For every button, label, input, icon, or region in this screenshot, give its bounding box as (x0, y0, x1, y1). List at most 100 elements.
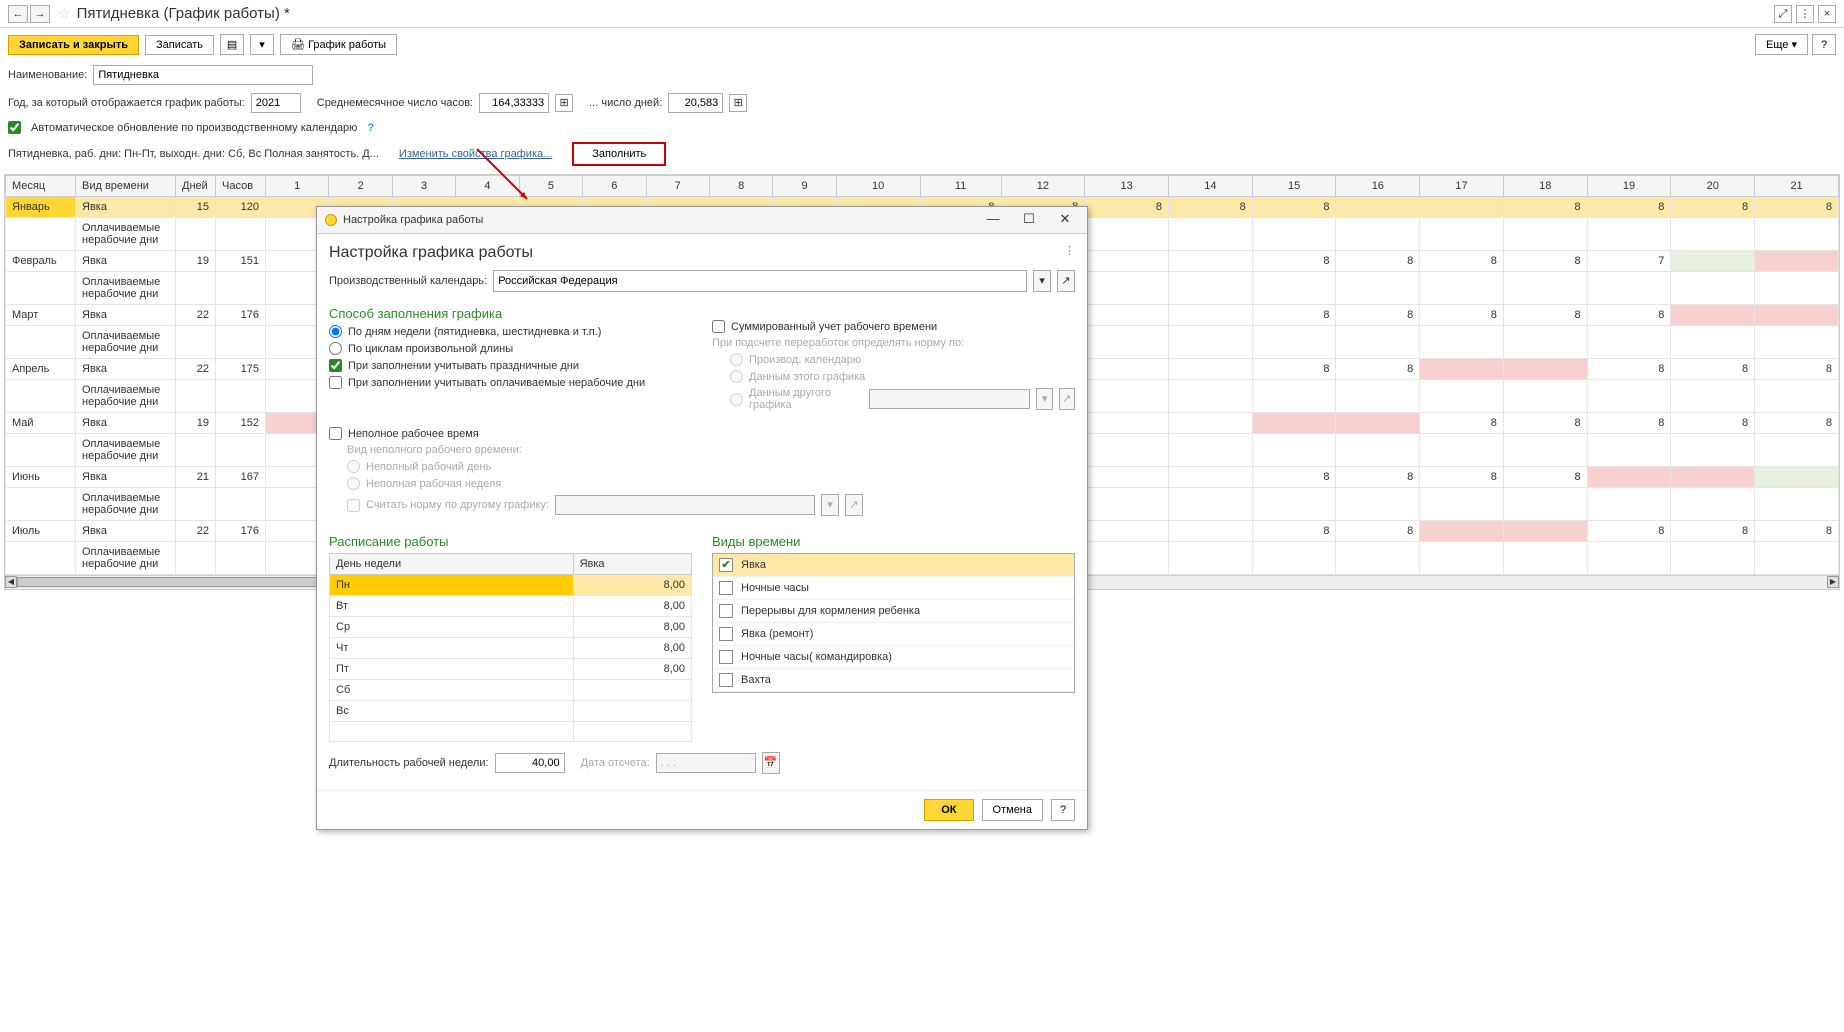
table-cell[interactable]: 8 (1755, 359, 1839, 380)
table-cell[interactable]: 8 (1252, 521, 1336, 542)
sched-day-cell[interactable]: Пт (330, 659, 574, 680)
table-cell[interactable]: 176 (216, 521, 266, 542)
table-cell[interactable] (6, 488, 76, 521)
table-cell[interactable] (1085, 359, 1169, 380)
table-cell[interactable] (1503, 434, 1587, 467)
table-cell[interactable] (1671, 305, 1755, 326)
time-type-checkbox[interactable]: ✔ (719, 558, 733, 572)
time-type-row[interactable]: Перерывы для кормления ребенка (713, 600, 1074, 623)
table-cell[interactable]: 120 (216, 197, 266, 218)
time-type-row[interactable]: Явка (ремонт) (713, 623, 1074, 646)
folder-dropdown-button[interactable]: ▾ (250, 34, 274, 55)
table-cell[interactable] (1168, 251, 1252, 272)
table-cell[interactable] (1420, 218, 1504, 251)
table-cell[interactable] (1503, 272, 1587, 305)
table-cell[interactable]: 22 (176, 521, 216, 542)
table-cell[interactable] (1252, 413, 1336, 434)
table-cell[interactable] (1420, 521, 1504, 542)
more-button[interactable]: Еще ▾ (1755, 34, 1808, 55)
table-cell[interactable]: 8 (1587, 359, 1671, 380)
table-cell[interactable] (1671, 218, 1755, 251)
table-header[interactable]: 3 (392, 176, 455, 197)
table-cell[interactable]: Оплачиваемые нерабочие дни (76, 272, 176, 305)
table-header[interactable]: 6 (583, 176, 646, 197)
table-cell[interactable] (1755, 326, 1839, 359)
radio-cycle[interactable] (329, 342, 342, 355)
table-cell[interactable] (1755, 305, 1839, 326)
table-cell[interactable]: 8 (1252, 305, 1336, 326)
table-cell[interactable] (1420, 326, 1504, 359)
table-cell[interactable] (1085, 488, 1169, 521)
table-cell[interactable] (1671, 467, 1755, 488)
table-cell[interactable]: 8 (1755, 413, 1839, 434)
table-cell[interactable]: Оплачиваемые нерабочие дни (76, 218, 176, 251)
change-properties-link[interactable]: Изменить свойства графика... (399, 148, 552, 160)
table-cell[interactable] (1085, 380, 1169, 413)
table-cell[interactable] (1420, 542, 1504, 575)
table-header[interactable]: Вид времени (76, 176, 176, 197)
table-cell[interactable] (6, 434, 76, 467)
table-cell[interactable] (1252, 272, 1336, 305)
table-cell[interactable]: 8 (1503, 305, 1587, 326)
check-paid[interactable] (329, 376, 342, 389)
table-cell[interactable]: Явка (76, 359, 176, 380)
time-type-checkbox[interactable] (719, 581, 733, 595)
table-cell[interactable] (1503, 326, 1587, 359)
table-cell[interactable]: 8 (1587, 197, 1671, 218)
table-cell[interactable] (1587, 467, 1671, 488)
scroll-right-icon[interactable]: ▶ (1827, 576, 1839, 588)
table-cell[interactable]: 151 (216, 251, 266, 272)
table-cell[interactable]: Январь (6, 197, 76, 218)
fill-button[interactable]: Заполнить (572, 142, 666, 166)
table-cell[interactable] (1671, 251, 1755, 272)
help-icon[interactable]: ? (367, 122, 374, 134)
table-cell[interactable] (1755, 218, 1839, 251)
table-cell[interactable]: 8 (1587, 521, 1671, 542)
dialog-help-button[interactable]: ? (1051, 799, 1075, 821)
table-cell[interactable]: 22 (176, 359, 216, 380)
check-holidays[interactable] (329, 359, 342, 372)
table-cell[interactable]: 8 (1503, 251, 1587, 272)
table-header[interactable]: 17 (1420, 176, 1504, 197)
sched-hours-cell[interactable] (573, 701, 691, 722)
table-cell[interactable] (1671, 434, 1755, 467)
table-cell[interactable] (176, 218, 216, 251)
table-cell[interactable] (1336, 542, 1420, 575)
table-cell[interactable] (1336, 218, 1420, 251)
table-cell[interactable]: 8 (1420, 413, 1504, 434)
table-cell[interactable] (1503, 380, 1587, 413)
time-type-checkbox[interactable] (719, 627, 733, 641)
calc-days-icon[interactable]: ⊞ (729, 94, 747, 112)
print-schedule-button[interactable]: 🖨 График работы (280, 34, 397, 55)
scrollbar-thumb[interactable] (17, 577, 317, 587)
table-cell[interactable]: 152 (216, 413, 266, 434)
table-cell[interactable] (1252, 488, 1336, 521)
table-cell[interactable]: Июль (6, 521, 76, 542)
table-cell[interactable]: 8 (1671, 197, 1755, 218)
sched-hours-cell[interactable] (573, 680, 691, 701)
sched-day-cell[interactable]: Ср (330, 617, 574, 638)
table-header[interactable]: 2 (329, 176, 392, 197)
table-cell[interactable]: 21 (176, 467, 216, 488)
save-and-close-button[interactable]: Записать и закрыть (8, 35, 139, 55)
table-cell[interactable] (176, 542, 216, 575)
table-cell[interactable] (1168, 380, 1252, 413)
table-cell[interactable]: 8 (1336, 359, 1420, 380)
table-cell[interactable] (1336, 380, 1420, 413)
table-header[interactable]: 12 (1001, 176, 1085, 197)
table-cell[interactable] (176, 380, 216, 413)
table-header[interactable]: 4 (456, 176, 519, 197)
table-cell[interactable]: 8 (1252, 467, 1336, 488)
sched-hours-cell[interactable]: 8,00 (573, 575, 691, 596)
time-type-row[interactable]: Ночные часы (713, 577, 1074, 600)
table-cell[interactable]: 8 (1587, 413, 1671, 434)
table-cell[interactable] (1587, 434, 1671, 467)
table-cell[interactable] (1085, 542, 1169, 575)
table-cell[interactable]: 8 (1671, 521, 1755, 542)
table-cell[interactable] (1420, 434, 1504, 467)
save-button[interactable]: Записать (145, 35, 214, 55)
table-cell[interactable] (216, 434, 266, 467)
table-cell[interactable] (1503, 218, 1587, 251)
table-cell[interactable]: Оплачиваемые нерабочие дни (76, 326, 176, 359)
table-cell[interactable] (1168, 488, 1252, 521)
